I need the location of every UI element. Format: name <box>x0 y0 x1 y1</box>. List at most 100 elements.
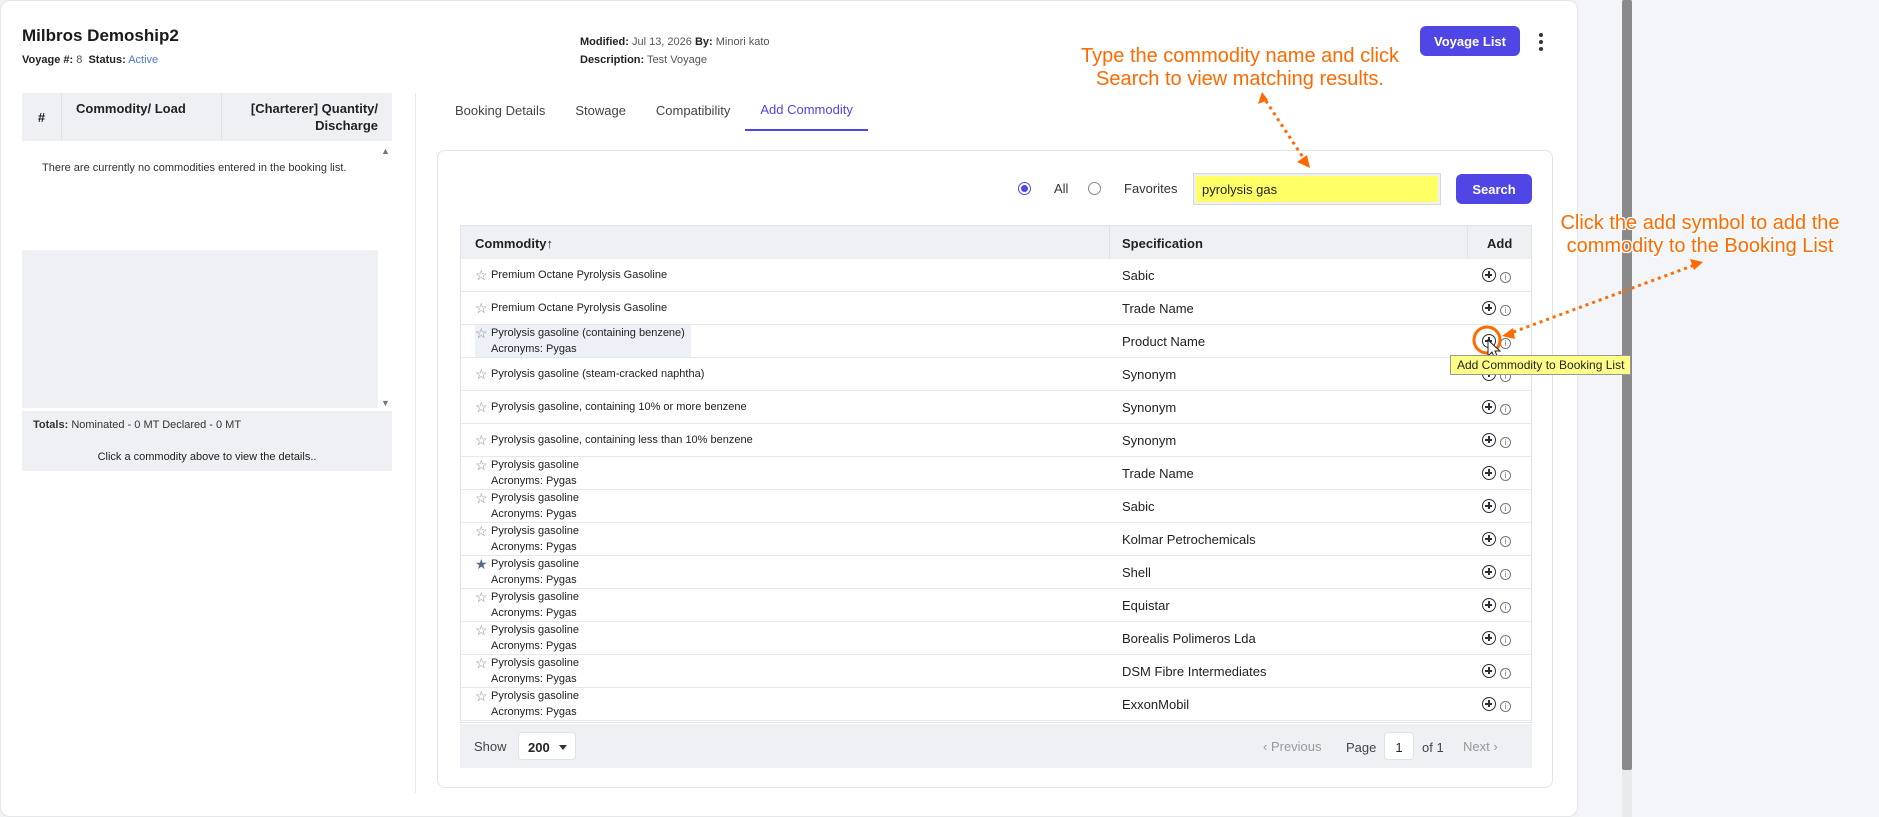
add-tooltip: Add Commodity to Booking List <box>1450 355 1632 375</box>
next-page-button[interactable]: Next › <box>1463 739 1498 754</box>
star-icon[interactable]: ☆ <box>475 523 491 539</box>
table-row[interactable]: ☆ Pyrolysis gasoline Acronyms: Pygas Kolmar… <box>461 523 1531 556</box>
radio-favorites[interactable] <box>1088 182 1101 195</box>
table-row[interactable]: ☆ Pyrolysis gasoline, containing less tha… <box>461 424 1531 457</box>
add-circle-icon[interactable] <box>1482 532 1496 546</box>
tab-booking-details[interactable]: Booking Details <box>440 90 560 130</box>
previous-page-button[interactable]: ‹ Previous <box>1263 739 1322 754</box>
info-icon[interactable]: i <box>1500 568 1511 580</box>
tab-compatibility[interactable]: Compatibility <box>641 90 745 130</box>
commodity-cell[interactable]: ☆ Premium Octane Pyrolysis Gasoline <box>475 267 667 283</box>
table-row[interactable]: ☆ Premium Octane Pyrolysis Gasoline Sabic i <box>461 259 1531 292</box>
star-icon[interactable]: ☆ <box>475 457 491 473</box>
commodity-cell[interactable]: ☆ Pyrolysis gasoline (steam-cracked napht… <box>475 366 704 382</box>
star-icon[interactable]: ☆ <box>475 300 491 316</box>
commodity-cell[interactable]: ☆ Pyrolysis gasoline (containing benzene)… <box>475 325 691 357</box>
info-icon[interactable]: i <box>1500 436 1511 448</box>
radio-favorites-label[interactable]: Favorites <box>1124 181 1177 196</box>
star-icon[interactable]: ☆ <box>475 325 491 341</box>
info-icon[interactable]: i <box>1500 337 1511 349</box>
tab-add-commodity[interactable]: Add Commodity <box>745 90 868 131</box>
commodity-column-header[interactable]: Commodity↑ <box>475 236 553 251</box>
more-options-icon[interactable] <box>1534 30 1548 54</box>
search-button[interactable]: Search <box>1456 174 1532 204</box>
commodity-cell[interactable]: ☆ Pyrolysis gasoline, containing less tha… <box>475 432 753 448</box>
info-icon[interactable]: i <box>1500 403 1511 415</box>
star-icon[interactable]: ☆ <box>475 688 491 704</box>
info-icon[interactable]: i <box>1500 667 1511 679</box>
table-row[interactable]: ☆ Pyrolysis gasoline Acronyms: Pygas Boreal… <box>461 622 1531 655</box>
add-circle-icon[interactable] <box>1482 499 1496 513</box>
add-circle-icon[interactable] <box>1482 565 1496 579</box>
info-icon[interactable]: i <box>1500 304 1511 316</box>
page-scrollbar-thumb[interactable] <box>1622 0 1632 770</box>
table-header: Commodity↑ Specification Add <box>461 226 1531 259</box>
voyage-list-button[interactable]: Voyage List <box>1420 26 1520 56</box>
info-icon[interactable]: i <box>1500 502 1511 514</box>
add-circle-icon[interactable] <box>1482 664 1496 678</box>
add-cell: i <box>1482 631 1511 646</box>
radio-all-label[interactable]: All <box>1054 181 1068 196</box>
commodity-cell[interactable]: ☆ Premium Octane Pyrolysis Gasoline <box>475 300 667 316</box>
info-icon[interactable]: i <box>1500 535 1511 547</box>
commodity-cell[interactable]: ★ Pyrolysis gasoline Acronyms: Pygas <box>475 556 579 588</box>
commodity-text: Premium Octane Pyrolysis Gasoline <box>491 300 667 316</box>
commodity-cell[interactable]: ☆ Pyrolysis gasoline Acronyms: Pygas <box>475 457 579 489</box>
info-icon[interactable]: i <box>1500 271 1511 283</box>
add-circle-icon[interactable] <box>1482 268 1496 282</box>
scroll-down-icon[interactable]: ▼ <box>381 398 390 408</box>
star-icon[interactable]: ☆ <box>475 267 491 283</box>
table-row[interactable]: ☆ Pyrolysis gasoline Acronyms: Pygas Trade … <box>461 457 1531 490</box>
star-icon[interactable]: ☆ <box>475 589 491 605</box>
star-icon[interactable]: ☆ <box>475 399 491 415</box>
tab-stowage[interactable]: Stowage <box>560 90 641 130</box>
star-icon[interactable]: ☆ <box>475 655 491 671</box>
table-row[interactable]: ☆ Pyrolysis gasoline, containing 10% or m… <box>461 391 1531 424</box>
table-row[interactable]: ☆ Pyrolysis gasoline (containing benzene)… <box>461 325 1531 358</box>
commodity-name: Pyrolysis gasoline (steam-cracked naphth… <box>491 368 705 380</box>
page-number-input[interactable]: 1 <box>1384 732 1414 760</box>
commodity-cell[interactable]: ☆ Pyrolysis gasoline Acronyms: Pygas <box>475 655 579 687</box>
table-row[interactable]: ☆ Pyrolysis gasoline Acronyms: Pygas Equist… <box>461 589 1531 622</box>
table-row[interactable]: ☆ Pyrolysis gasoline Acronyms: Pygas Sabic i <box>461 490 1531 523</box>
scroll-up-icon[interactable]: ▲ <box>381 146 390 156</box>
commodity-cell[interactable]: ☆ Pyrolysis gasoline Acronyms: Pygas <box>475 523 579 555</box>
star-icon[interactable]: ☆ <box>475 366 491 382</box>
info-icon[interactable]: i <box>1500 634 1511 646</box>
table-row[interactable]: ☆ Pyrolysis gasoline Acronyms: Pygas DSM Fi… <box>461 655 1531 688</box>
specification-column-header[interactable]: Specification <box>1122 236 1203 251</box>
radio-all[interactable] <box>1018 182 1031 195</box>
table-row[interactable]: ☆ Pyrolysis gasoline (steam-cracked napht… <box>461 358 1531 391</box>
table-row[interactable]: ☆ Premium Octane Pyrolysis Gasoline Trade … <box>461 292 1531 325</box>
col-commodity-header: Commodity/ Load <box>62 93 222 141</box>
star-icon[interactable]: ☆ <box>475 622 491 638</box>
info-icon[interactable]: i <box>1500 700 1511 712</box>
commodity-acronyms: Acronyms: Pygas <box>491 574 577 586</box>
add-circle-icon[interactable] <box>1482 433 1496 447</box>
table-row[interactable]: ★ Pyrolysis gasoline Acronyms: Pygas Shell i <box>461 556 1531 589</box>
commodity-cell[interactable]: ☆ Pyrolysis gasoline Acronyms: Pygas <box>475 688 579 720</box>
star-filled-icon[interactable]: ★ <box>475 556 491 572</box>
info-icon[interactable]: i <box>1500 469 1511 481</box>
commodity-acronyms: Acronyms: Pygas <box>491 508 577 520</box>
commodity-cell[interactable]: ☆ Pyrolysis gasoline Acronyms: Pygas <box>475 490 579 522</box>
table-row[interactable]: ☆ Pyrolysis gasoline Acronyms: Pygas ExxonM… <box>461 688 1531 721</box>
star-icon[interactable]: ☆ <box>475 432 491 448</box>
add-circle-icon[interactable] <box>1482 301 1496 315</box>
add-circle-icon[interactable] <box>1482 598 1496 612</box>
commodity-search-input[interactable] <box>1193 173 1441 205</box>
add-circle-icon[interactable] <box>1482 334 1496 348</box>
star-icon[interactable]: ☆ <box>475 490 491 506</box>
add-circle-icon[interactable] <box>1482 400 1496 414</box>
page-size-value: 200 <box>528 740 550 755</box>
commodity-cell[interactable]: ☆ Pyrolysis gasoline, containing 10% or m… <box>475 399 747 415</box>
commodity-cell[interactable]: ☆ Pyrolysis gasoline Acronyms: Pygas <box>475 589 579 621</box>
add-circle-icon[interactable] <box>1482 631 1496 645</box>
page-size-select[interactable]: 200 <box>518 732 576 760</box>
commodity-name: Premium Octane Pyrolysis Gasoline <box>491 302 668 314</box>
commodity-cell[interactable]: ☆ Pyrolysis gasoline Acronyms: Pygas <box>475 622 579 654</box>
info-icon[interactable]: i <box>1500 601 1511 613</box>
specification-cell: Equistar <box>1122 597 1170 613</box>
add-circle-icon[interactable] <box>1482 697 1496 711</box>
add-circle-icon[interactable] <box>1482 466 1496 480</box>
